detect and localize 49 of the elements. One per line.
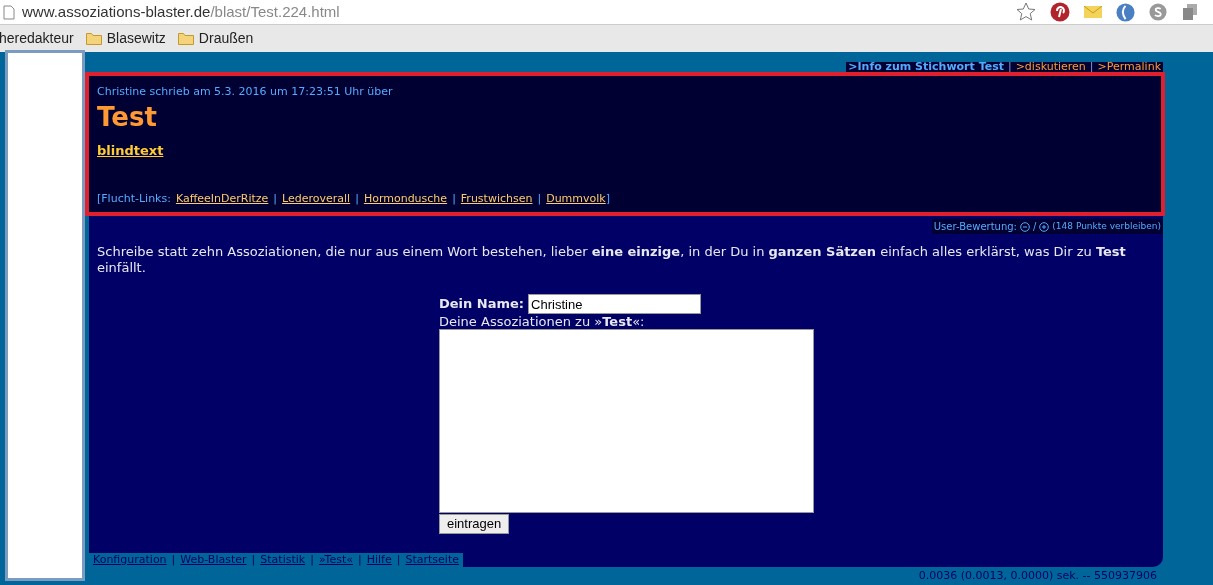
escape-link[interactable]: Dummvolk [546,190,606,207]
entry-title: Test [97,100,158,133]
separator: | [358,553,362,567]
url-path: /blast/Test.224.html [210,2,340,20]
separator: | [171,553,176,567]
top-link[interactable]: >Permalink [1097,62,1161,72]
byline: Christine schrieb am 5.3. 2016 um 17:23:51 Uhr über [97,84,394,100]
escape-link[interactable]: Hormondusche [363,190,448,207]
minus-icon[interactable] [1019,221,1030,232]
pin-icon[interactable] [1050,2,1070,22]
separator: | [1089,62,1094,72]
separator: | [251,553,256,567]
name-field[interactable]: Christine [528,294,702,314]
skype-icon[interactable] [1149,3,1167,21]
bookmark[interactable]: heredakteur [0,28,74,49]
folder-icon [177,32,194,45]
folder-icon [85,32,102,45]
separator: | [537,190,542,207]
separator: | [310,553,314,567]
top-link[interactable]: >diskutieren [1015,62,1086,72]
separator: | [452,190,456,207]
body-link[interactable]: blindtext [97,140,164,160]
star-icon[interactable] [1016,2,1036,22]
name-label: Dein Name: [439,295,525,314]
separator: | [396,553,401,567]
bookmark[interactable]: Blasewitz [85,28,166,49]
rating-slash: / [1032,220,1037,234]
intro-text: Schreibe statt zehn Assoziationen, die nur aus einem Wort bestehen, lieber eine einzige, in der Du in ganzen Sätzen einfach alles erklärst, was Dir zu Test einfällt. [96,244,1127,276]
submit-button[interactable]: eintragen [439,514,510,534]
drop-icon[interactable] [1116,2,1135,22]
associations-field[interactable] [439,329,814,513]
url-host: www.assoziations-blaster.de [22,2,211,20]
escape-link[interactable]: KaffeeInDerRitze [175,190,269,207]
rating-label: User-Bewertung: [933,220,1017,234]
bookmark[interactable]: Draußen [177,28,254,49]
top-link[interactable]: >Info zum Stichwort Test [848,62,1004,72]
separator: | [273,190,278,207]
page-icon [3,4,15,20]
associations-label: Deine Assoziationen zu »Test«: [439,314,646,329]
timing-text: 0.0036 (0.0013, 0.0000) sek. -- 550937906 [918,568,1157,584]
copy-icon[interactable] [1181,3,1199,21]
bracket: ] [605,190,610,207]
escape-link[interactable]: Frustwichsen [460,190,533,207]
plus-icon[interactable] [1039,221,1050,232]
points-remaining: (148 Punkte verbleiben) [1052,219,1161,233]
escape-links-label: [Flucht-Links: [97,190,171,207]
separator: | [1007,62,1012,72]
escape-link[interactable]: Lederoverall [282,190,351,207]
separator: | [355,190,359,207]
